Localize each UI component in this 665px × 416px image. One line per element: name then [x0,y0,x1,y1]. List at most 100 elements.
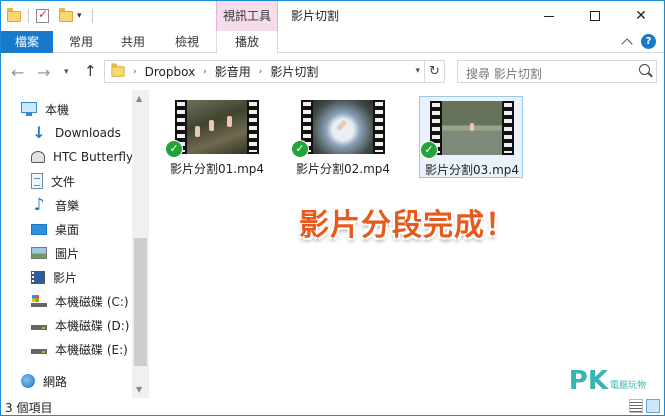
sidebar-item-downloads[interactable]: ↓ Downloads [31,122,121,144]
contextual-tab-header: 視訊工具 [216,1,278,31]
pictures-icon [31,247,47,259]
window-controls: ✕ [526,1,664,31]
video-frame [313,100,373,154]
phone-icon [31,151,45,163]
file-name: 影片分割02.mp4 [295,162,391,176]
scroll-up-icon[interactable]: ▲ [136,94,142,103]
tab-file[interactable]: 檔案 [1,31,53,53]
video-frame [187,100,247,154]
status-bar: 3 個項目 [1,398,664,415]
film-strip-icon [247,100,259,154]
sidebar-item-music[interactable]: ♪ 音樂 [31,194,79,216]
sidebar-item-label: 文件 [51,174,76,189]
videos-icon [31,270,45,284]
explorer-window: ▾ 視訊工具 影片切割 ✕ 檔案 常用 共用 檢視 播放 ? ← → ▾ ↑ ›… [0,0,665,416]
maximize-icon [590,11,600,21]
sidebar-item-label: 本機 [45,102,70,117]
breadcrumb-separator-icon[interactable]: › [133,67,137,77]
scroll-down-icon[interactable]: ▼ [136,385,142,394]
sidebar-scrollbar[interactable]: ▲ ▼ [132,90,149,398]
video-thumbnail [175,100,259,154]
sidebar-item-network[interactable]: 網路 [21,370,67,392]
desktop-icon [31,223,47,235]
music-icon: ♪ [33,195,45,215]
sidebar-item-label: 網路 [43,374,68,389]
sidebar-item-label: Downloads [55,126,121,140]
back-arrow-icon[interactable]: ← [11,63,24,82]
address-bar[interactable]: › Dropbox › 影音用 › 影片切割 ▾ ↻ [104,60,445,83]
network-icon [21,374,35,388]
sidebar-item-label: 本機磁碟 (C:) [55,294,129,309]
sidebar-item-label: HTC Butterfly [53,150,134,164]
minimize-icon [544,15,554,17]
sidebar-item-drive-e[interactable]: 本機磁碟 (E:) [31,338,128,360]
refresh-button[interactable]: ↻ [424,61,444,82]
sidebar-item-documents[interactable]: 文件 [31,170,75,192]
scrollbar-thumb[interactable] [134,238,147,366]
sidebar-item-videos[interactable]: 影片 [31,266,77,288]
view-switcher [629,399,660,413]
breadcrumb-separator-icon[interactable]: › [259,67,263,77]
breadcrumb-dropbox[interactable]: Dropbox [145,65,196,79]
watermark-logo: PK [568,366,608,396]
search-icon [639,64,650,75]
file-name: 影片分割03.mp4 [424,163,520,177]
search-input[interactable]: 搜尋 影片切割 [466,65,542,82]
watermark: PK 電腦玩物 [569,368,646,394]
video-thumbnail [430,101,514,155]
drive-icon [31,319,47,330]
recent-locations-icon[interactable]: ▾ [64,67,69,77]
sidebar-item-pictures[interactable]: 圖片 [31,242,79,264]
tab-view[interactable]: 檢視 [165,31,209,53]
breadcrumb-separator-icon[interactable]: › [203,67,207,77]
pc-icon [21,102,37,116]
search-box[interactable]: 搜尋 影片切割 [457,60,657,83]
sync-check-icon: ✓ [165,140,183,158]
person-figure [195,126,200,137]
document-icon [31,173,43,189]
collapse-ribbon-icon[interactable] [621,38,633,50]
sidebar-item-label: 音樂 [55,198,80,213]
maximize-button[interactable] [572,1,618,31]
address-dropdown-icon[interactable]: ▾ [415,66,420,76]
sync-check-icon: ✓ [291,140,309,158]
properties-icon[interactable] [36,7,49,23]
forward-arrow-icon[interactable]: → [37,63,50,82]
up-arrow-icon[interactable]: ↑ [84,62,97,80]
qat-dropdown-icon[interactable]: ▾ [77,11,82,21]
window-title: 影片切割 [291,9,340,23]
details-view-icon[interactable] [629,399,643,413]
sidebar-item-label: 本機磁碟 (E:) [55,342,128,357]
toolbar-separator [28,9,29,23]
tab-home[interactable]: 常用 [59,31,103,53]
close-icon: ✕ [635,8,647,24]
drive-icon [31,343,47,354]
sidebar-item-this-pc[interactable]: 本機 [21,98,69,120]
tab-share[interactable]: 共用 [111,31,155,53]
sidebar-item-label: 桌面 [55,222,80,237]
sidebar-item-drive-d[interactable]: 本機磁碟 (D:) [31,314,129,336]
file-item-video-01[interactable]: ✓ 影片分割01.mp4 [165,96,269,178]
breadcrumb-current[interactable]: 影片切割 [270,63,318,80]
minimize-button[interactable] [526,1,572,31]
large-icons-view-icon[interactable] [646,399,660,413]
new-folder-icon[interactable] [59,7,73,22]
video-frame [442,101,502,155]
sync-check-icon: ✓ [420,141,438,159]
tab-play[interactable]: 播放 [216,31,278,54]
folder-icon [7,7,21,22]
file-item-video-02[interactable]: ✓ 影片分割02.mp4 [291,96,395,178]
quick-access-toolbar: ▾ [7,7,96,25]
person-figure [470,123,474,131]
file-item-video-03[interactable]: ✓ 影片分割03.mp4 [419,96,523,178]
ribbon-controls: ? [621,34,656,50]
sidebar-item-desktop[interactable]: 桌面 [31,218,79,240]
breadcrumb-media[interactable]: 影音用 [215,63,251,80]
close-button[interactable]: ✕ [618,1,664,31]
refresh-icon: ↻ [429,64,440,79]
file-list: ✓ 影片分割01.mp4 ✓ 影片分割02.mp4 ✓ 影片分割03.mp4 影… [151,90,664,398]
windows-drive-icon [31,295,47,307]
help-icon[interactable]: ? [641,34,656,49]
sidebar-item-htc-butterfly[interactable]: HTC Butterfly [31,146,133,168]
sidebar-item-drive-c[interactable]: 本機磁碟 (C:) [31,290,129,312]
